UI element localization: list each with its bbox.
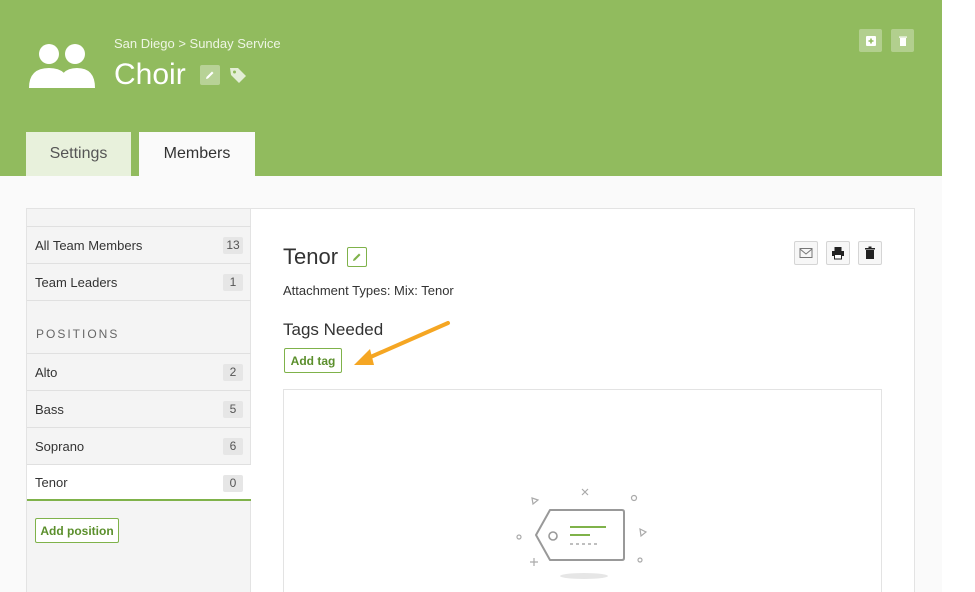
sidebar-item-team-leaders[interactable]: Team Leaders 1 (27, 263, 251, 300)
pencil-icon (206, 71, 214, 79)
trash-icon (898, 36, 907, 46)
trash-icon (865, 246, 875, 259)
attachment-types: Attachment Types: Mix: Tenor (283, 283, 454, 298)
count-badge: 5 (223, 401, 243, 418)
sidebar-item-label: Team Leaders (35, 274, 118, 290)
position-title: Tenor (283, 244, 339, 269)
print-icon (832, 247, 844, 260)
tab-members[interactable]: Members (139, 132, 255, 176)
mail-icon (799, 248, 813, 258)
empty-tag-illustration-icon (516, 488, 648, 579)
count-badge: 13 (223, 237, 243, 254)
edit-title-button[interactable] (200, 65, 220, 85)
pencil-icon (353, 253, 361, 261)
add-icon (865, 35, 876, 46)
count-badge: 6 (223, 438, 243, 455)
edit-position-button[interactable] (347, 247, 367, 267)
sidebar-item-label: Soprano (35, 438, 85, 454)
sidebar-item-label: Bass (35, 401, 64, 417)
sidebar-item-label: Tenor (35, 474, 68, 490)
sidebar-item-label: All Team Members (35, 237, 143, 253)
delete-position-button[interactable] (858, 241, 882, 265)
divider (27, 300, 251, 301)
tag-icon (230, 68, 246, 83)
breadcrumb[interactable]: San Diego > Sunday Service (114, 36, 281, 51)
page-title: Choir (114, 58, 186, 91)
team-icon (29, 44, 95, 88)
sidebar-item-bass[interactable]: Bass 5 (27, 390, 251, 427)
add-position-button[interactable]: Add position (35, 518, 119, 543)
delete-team-button[interactable] (891, 29, 914, 52)
add-tag-button[interactable]: Add tag (284, 348, 342, 373)
sidebar-item-tenor[interactable]: Tenor 0 (27, 464, 251, 501)
count-badge: 1 (223, 274, 243, 291)
tag-button[interactable] (228, 65, 248, 85)
email-button[interactable] (794, 241, 818, 265)
sidebar-item-label: Alto (35, 364, 58, 380)
add-button[interactable] (859, 29, 882, 52)
annotation-arrow-icon (354, 321, 450, 365)
tab-settings[interactable]: Settings (26, 132, 131, 176)
sidebar-item-all-team-members[interactable]: All Team Members 13 (27, 226, 251, 263)
count-badge: 0 (223, 475, 243, 492)
sidebar-item-alto[interactable]: Alto 2 (27, 353, 251, 390)
sidebar-item-soprano[interactable]: Soprano 6 (27, 427, 251, 464)
positions-heading: POSITIONS (36, 327, 120, 341)
count-badge: 2 (223, 364, 243, 381)
print-button[interactable] (826, 241, 850, 265)
